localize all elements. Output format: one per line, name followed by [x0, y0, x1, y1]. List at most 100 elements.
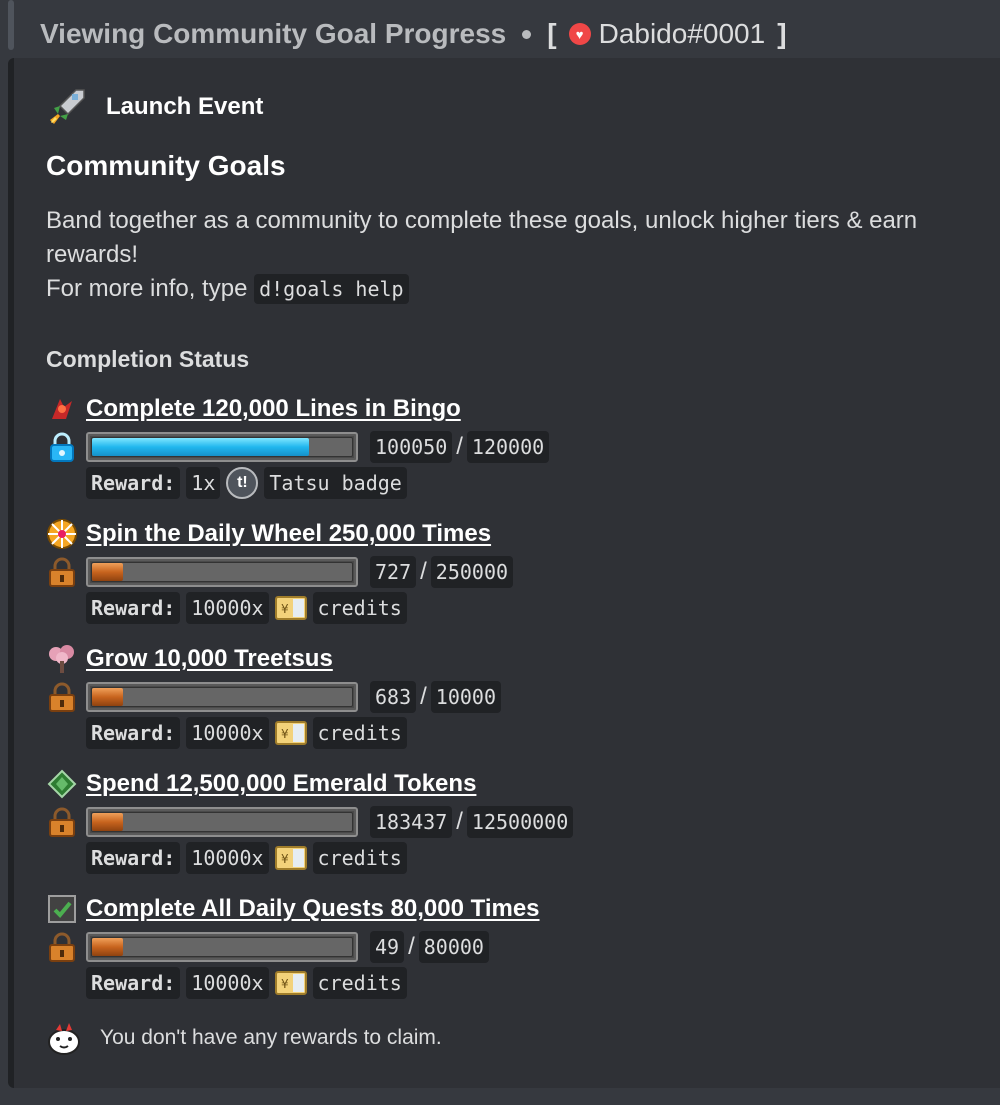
reward-name: Tatsu badge — [264, 467, 407, 499]
goal-title[interactable]: Spend 12,500,000 Emerald Tokens — [86, 770, 476, 798]
goal-reward-row: Reward: 1x t! Tatsu badge — [86, 466, 407, 500]
header-title: Viewing Community Goal Progress — [40, 18, 507, 49]
goal-progress-row: 183437 / 12500000 — [46, 805, 574, 839]
separator-dot — [522, 29, 532, 39]
goal-title[interactable]: Grow 10,000 Treetsus — [86, 645, 333, 673]
progress-current: 683 — [370, 681, 417, 713]
reward-quantity: 10000x — [186, 717, 269, 749]
bracket-close: ] — [777, 18, 787, 49]
progress-bar — [86, 807, 358, 837]
progress-slash: / — [420, 558, 427, 585]
progress-numbers: 49 / 80000 — [370, 931, 489, 963]
progress-numbers: 727 / 250000 — [370, 556, 514, 588]
reward-label: Reward: — [86, 467, 181, 499]
heart-icon: ♥ — [568, 23, 591, 45]
progress-target: 80000 — [418, 931, 489, 963]
reward-quantity: 1x — [186, 467, 221, 499]
goal-item: Spend 12,500,000 Emerald Tokens 183437 /… — [46, 767, 986, 887]
progress-slash: / — [456, 433, 463, 460]
embed-title: Community Goals — [46, 150, 286, 181]
reward-name: credits — [312, 717, 407, 749]
reward-quantity: 10000x — [186, 967, 269, 999]
progress-track — [91, 437, 353, 457]
bracket-open: [ — [547, 18, 557, 49]
progress-target: 250000 — [430, 556, 514, 588]
progress-slash: / — [408, 933, 415, 960]
goal-reward-row: Reward: 10000x ¥ credits — [86, 716, 407, 750]
embed-author: Launch Event — [46, 86, 263, 128]
goal-progress-row: 100050 / 120000 — [46, 430, 550, 464]
goal-title[interactable]: Complete 120,000 Lines in Bingo — [86, 395, 461, 423]
credits-icon: ¥ — [274, 846, 307, 870]
lock-icon — [46, 681, 78, 713]
goal-title-row: Spin the Daily Wheel 250,000 Times — [46, 517, 491, 551]
goal-title-row: Spend 12,500,000 Emerald Tokens — [46, 767, 476, 801]
rocket-icon — [50, 89, 85, 124]
reward-label: Reward: — [86, 592, 181, 624]
progress-fill — [92, 688, 124, 706]
help-command: d!goals help — [254, 274, 409, 304]
footer-text: You don't have any rewards to claim. — [100, 1026, 442, 1049]
progress-numbers: 100050 / 120000 — [370, 431, 550, 463]
progress-fill — [92, 938, 124, 956]
reward-label: Reward: — [86, 967, 181, 999]
goal-reward-row: Reward: 10000x ¥ credits — [86, 966, 407, 1000]
field-completion-status: Completion Status — [46, 346, 250, 372]
goal-title-row: Complete 120,000 Lines in Bingo — [46, 392, 461, 426]
progress-current: 100050 — [370, 431, 453, 463]
reward-name: credits — [312, 967, 407, 999]
reward-name: credits — [312, 842, 407, 874]
progress-target: 10000 — [430, 681, 502, 713]
progress-fill — [92, 813, 124, 831]
progress-bar — [86, 432, 358, 462]
progress-current: 727 — [370, 556, 417, 588]
description-line1: Band together as a community to complete… — [46, 207, 918, 268]
progress-slash: / — [420, 683, 427, 710]
tatsu-mascot-icon — [48, 1023, 80, 1055]
reward-quantity: 10000x — [186, 842, 269, 874]
wheel-icon — [46, 518, 78, 550]
description-prefix: For more info, type — [46, 275, 248, 302]
bingo-icon — [46, 393, 78, 425]
progress-target: 120000 — [466, 431, 550, 463]
goal-item: Complete 120,000 Lines in Bingo 100050 /… — [46, 392, 986, 512]
emerald-icon — [46, 768, 78, 800]
goal-item: Spin the Daily Wheel 250,000 Times 727 /… — [46, 517, 986, 637]
embed-description: Band together as a community to complete… — [46, 204, 986, 306]
goal-reward-row: Reward: 10000x ¥ credits — [86, 591, 407, 625]
reward-label: Reward: — [86, 842, 181, 874]
lock-icon — [46, 931, 78, 963]
progress-track — [91, 937, 353, 957]
progress-bar — [86, 682, 358, 712]
progress-track — [91, 687, 353, 707]
embed-footer: You don't have any rewards to claim. — [46, 1020, 442, 1056]
bottom-band — [0, 1088, 1000, 1105]
goals-embed: Launch Event Community Goals Band togeth… — [8, 58, 1000, 1088]
user-mention[interactable]: ♥ Dabido#0001 — [568, 18, 765, 50]
goal-title[interactable]: Spin the Daily Wheel 250,000 Times — [86, 520, 491, 548]
unlocked-icon — [46, 431, 78, 463]
goal-title-row: Complete All Daily Quests 80,000 Times — [46, 892, 540, 926]
tatsu-badge-icon: t! — [226, 467, 259, 499]
message-gutter — [8, 0, 14, 50]
goal-progress-row: 49 / 80000 — [46, 930, 489, 964]
progress-current: 183437 — [370, 806, 453, 838]
progress-track — [91, 812, 353, 832]
goal-item: Grow 10,000 Treetsus 683 / 10000 Reward:… — [46, 642, 986, 762]
svg-text:¥: ¥ — [281, 852, 289, 866]
goal-progress-row: 727 / 250000 — [46, 555, 514, 589]
goal-item: Complete All Daily Quests 80,000 Times 4… — [46, 892, 986, 1012]
goal-progress-row: 683 / 10000 — [46, 680, 502, 714]
progress-fill — [92, 563, 124, 581]
progress-numbers: 183437 / 12500000 — [370, 806, 574, 838]
svg-text:¥: ¥ — [281, 727, 289, 741]
reward-name: credits — [312, 592, 407, 624]
top-sliver — [0, 0, 1000, 6]
progress-current: 49 — [370, 931, 405, 963]
description-line2: For more info, type d!goals help — [46, 272, 986, 306]
progress-track — [91, 562, 353, 582]
goal-title-row: Grow 10,000 Treetsus — [46, 642, 333, 676]
goal-title[interactable]: Complete All Daily Quests 80,000 Times — [86, 895, 540, 923]
svg-text:¥: ¥ — [281, 602, 289, 616]
lock-icon — [46, 806, 78, 838]
